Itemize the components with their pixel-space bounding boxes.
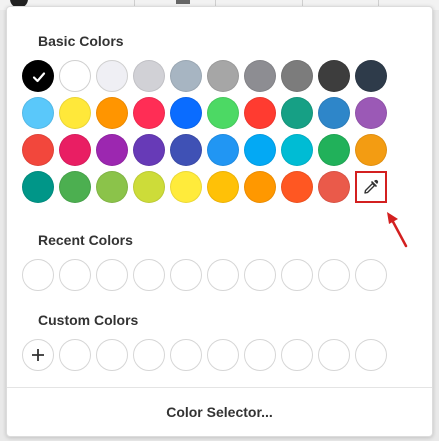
custom-colors-title: Custom Colors <box>38 312 139 328</box>
custom-colors-row <box>22 339 387 371</box>
color-swatch[interactable] <box>59 60 91 92</box>
color-swatch[interactable] <box>281 134 313 166</box>
custom-colors-grid <box>22 339 387 371</box>
color-swatch[interactable] <box>133 171 165 203</box>
color-swatch[interactable] <box>133 60 165 92</box>
color-swatch[interactable] <box>318 171 350 203</box>
custom-color-slot[interactable] <box>59 339 91 371</box>
plus-icon <box>32 349 44 361</box>
recent-color-slot[interactable] <box>207 259 239 291</box>
color-swatch[interactable] <box>318 97 350 129</box>
check-icon <box>32 72 46 83</box>
basic-colors-title: Basic Colors <box>38 33 124 49</box>
color-swatch[interactable] <box>318 134 350 166</box>
color-swatch[interactable] <box>22 134 54 166</box>
basic-colors-row <box>22 134 387 166</box>
color-swatch[interactable] <box>244 171 276 203</box>
color-swatch[interactable] <box>244 60 276 92</box>
color-swatch[interactable] <box>96 134 128 166</box>
color-selector-button[interactable]: Color Selector... <box>7 392 432 432</box>
custom-color-slot[interactable] <box>133 339 165 371</box>
color-swatch[interactable] <box>281 171 313 203</box>
custom-color-slot[interactable] <box>244 339 276 371</box>
color-swatch[interactable] <box>59 97 91 129</box>
color-swatch[interactable] <box>170 134 202 166</box>
arrow-annotation <box>387 212 408 248</box>
eyedropper-icon <box>364 179 379 194</box>
divider <box>7 387 432 388</box>
recent-colors-grid <box>22 259 387 291</box>
color-swatch[interactable] <box>207 171 239 203</box>
color-swatch[interactable] <box>355 134 387 166</box>
recent-color-slot[interactable] <box>318 259 350 291</box>
color-swatch[interactable] <box>281 60 313 92</box>
recent-colors-title: Recent Colors <box>38 232 133 248</box>
color-swatch[interactable] <box>170 60 202 92</box>
recent-color-slot[interactable] <box>281 259 313 291</box>
color-swatch[interactable] <box>22 60 54 92</box>
recent-color-slot[interactable] <box>96 259 128 291</box>
color-swatch[interactable] <box>355 97 387 129</box>
custom-color-slot[interactable] <box>170 339 202 371</box>
color-swatch[interactable] <box>22 97 54 129</box>
add-custom-color-button[interactable] <box>22 339 54 371</box>
color-swatch[interactable] <box>59 134 91 166</box>
color-swatch[interactable] <box>318 60 350 92</box>
color-swatch[interactable] <box>133 134 165 166</box>
color-swatch[interactable] <box>96 60 128 92</box>
color-swatch[interactable] <box>170 171 202 203</box>
custom-color-slot[interactable] <box>318 339 350 371</box>
recent-color-slot[interactable] <box>244 259 276 291</box>
color-swatch[interactable] <box>22 171 54 203</box>
basic-colors-row <box>22 171 387 203</box>
color-picker-panel: Basic Colors Recent Colors Custom Colors… <box>6 6 433 437</box>
color-swatch[interactable] <box>244 97 276 129</box>
basic-colors-grid <box>22 60 387 208</box>
recent-color-slot[interactable] <box>133 259 165 291</box>
color-swatch[interactable] <box>281 97 313 129</box>
color-swatch[interactable] <box>59 171 91 203</box>
recent-color-slot[interactable] <box>170 259 202 291</box>
color-swatch[interactable] <box>133 97 165 129</box>
color-swatch[interactable] <box>207 60 239 92</box>
color-swatch[interactable] <box>96 171 128 203</box>
basic-colors-row <box>22 60 387 92</box>
eyedropper-button[interactable] <box>355 171 387 203</box>
toolbar-button-fragment <box>176 0 190 4</box>
custom-color-slot[interactable] <box>207 339 239 371</box>
custom-color-slot[interactable] <box>281 339 313 371</box>
recent-color-slot[interactable] <box>59 259 91 291</box>
custom-color-slot[interactable] <box>96 339 128 371</box>
color-swatch[interactable] <box>96 97 128 129</box>
color-swatch[interactable] <box>244 134 276 166</box>
recent-color-slot[interactable] <box>22 259 54 291</box>
color-swatch[interactable] <box>207 134 239 166</box>
recent-colors-row <box>22 259 387 291</box>
color-swatch[interactable] <box>355 60 387 92</box>
recent-color-slot[interactable] <box>355 259 387 291</box>
color-swatch[interactable] <box>170 97 202 129</box>
basic-colors-row <box>22 97 387 129</box>
color-swatch[interactable] <box>207 97 239 129</box>
custom-color-slot[interactable] <box>355 339 387 371</box>
